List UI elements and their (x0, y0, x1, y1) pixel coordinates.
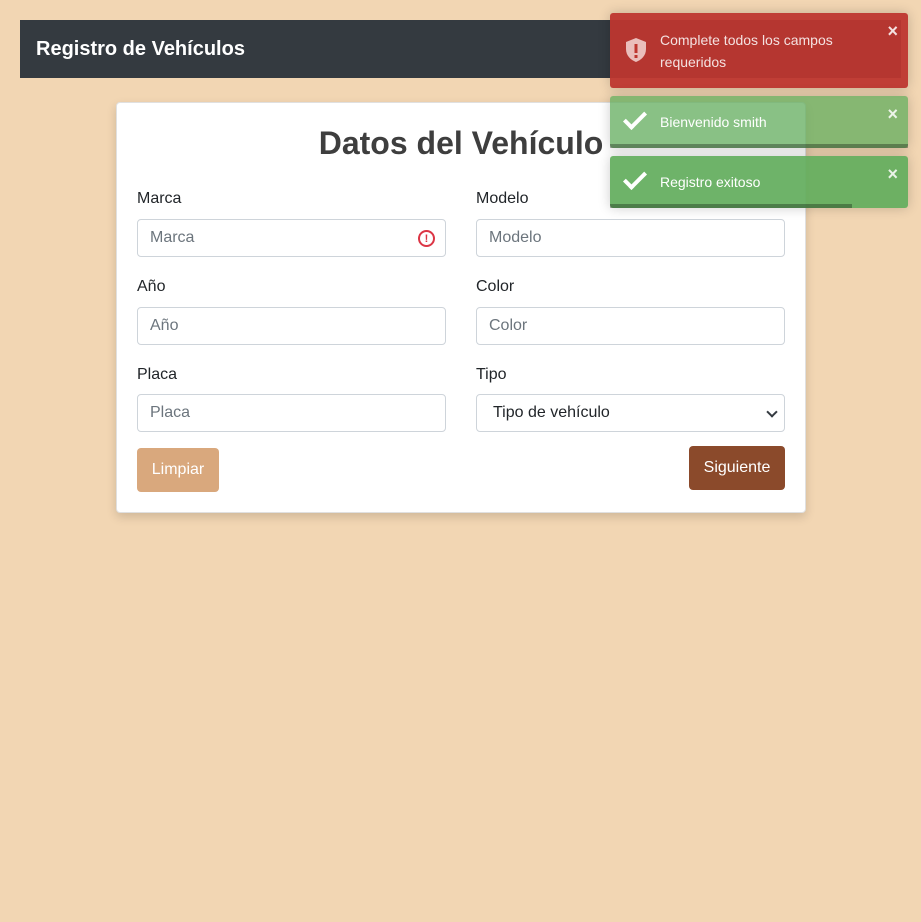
toast-progress-bar (610, 144, 908, 148)
navbar-brand[interactable]: Registro de Vehículos (36, 38, 245, 61)
toast-message: Bienvenido smith (660, 114, 767, 130)
anio-placeholder: Año (150, 317, 179, 334)
anio-label: Año (137, 278, 166, 295)
placa-placeholder: Placa (150, 404, 191, 421)
color-placeholder: Color (489, 317, 528, 334)
clear-button[interactable]: Limpiar (137, 448, 219, 492)
shield-icon (626, 38, 646, 62)
marca-label: Marca (137, 190, 182, 207)
tipo-label: Tipo (476, 366, 507, 383)
color-input[interactable]: Color (476, 307, 785, 345)
toast-message: Registro exitoso (660, 174, 761, 190)
modelo-input[interactable]: Modelo (476, 219, 785, 257)
tipo-selected: Tipo de vehículo (493, 404, 610, 421)
success-toast[interactable]: Bienvenido smith × (610, 96, 908, 148)
marca-input[interactable]: Marca ! (137, 219, 446, 257)
color-label: Color (476, 278, 515, 295)
tipo-select[interactable]: Tipo de vehículo (476, 394, 785, 432)
check-icon (622, 105, 648, 131)
success-toast[interactable]: Registro exitoso × (610, 156, 908, 208)
toast-message: Complete todos los campos requeridos (660, 32, 833, 70)
next-button[interactable]: Siguiente (689, 446, 785, 490)
error-toast[interactable]: Complete todos los campos requeridos × (610, 13, 908, 88)
chevron-down-icon (766, 406, 778, 418)
placa-label: Placa (137, 366, 178, 383)
marca-placeholder: Marca (150, 229, 195, 246)
toast-progress-bar (610, 204, 852, 208)
close-icon[interactable]: × (887, 164, 898, 185)
anio-input[interactable]: Año (137, 307, 446, 345)
modelo-placeholder: Modelo (489, 229, 542, 246)
close-icon[interactable]: × (887, 21, 898, 42)
error-icon: ! (418, 230, 435, 247)
modelo-label: Modelo (476, 190, 529, 207)
close-icon[interactable]: × (887, 104, 898, 125)
placa-input[interactable]: Placa (137, 394, 446, 432)
check-icon (622, 165, 648, 191)
